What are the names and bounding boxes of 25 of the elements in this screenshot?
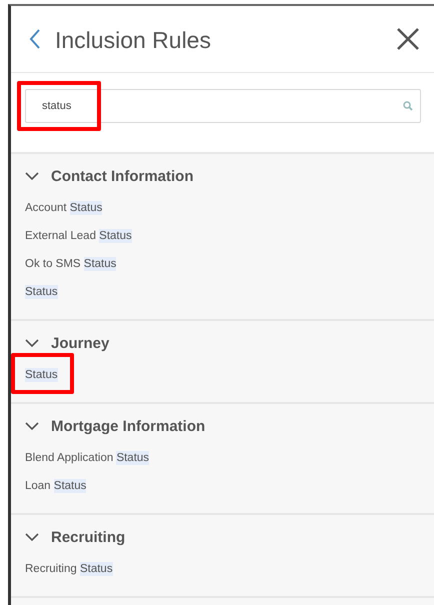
field-option[interactable]: Ok to SMS Status — [25, 256, 116, 272]
field-option[interactable]: Status — [25, 367, 58, 383]
back-icon[interactable] — [29, 28, 41, 50]
section-title: Mortgage Information — [51, 418, 206, 434]
chevron-down-icon — [25, 533, 39, 541]
chevron-down-icon — [25, 339, 39, 347]
section-header[interactable]: Recruiting — [25, 526, 434, 548]
chevron-down-icon — [25, 172, 39, 180]
field-option[interactable]: External Lead Status — [25, 228, 132, 244]
close-icon[interactable] — [396, 27, 420, 51]
field-option[interactable]: Status — [25, 284, 58, 300]
chevron-down-icon — [25, 422, 39, 430]
section-header[interactable]: Journey — [25, 332, 434, 354]
field-option[interactable]: Account Status — [25, 200, 102, 216]
section-title: Recruiting — [51, 528, 126, 546]
section-header[interactable]: Contact Information — [25, 165, 434, 187]
field-option[interactable]: Blend Application Status — [25, 450, 150, 466]
field-option[interactable]: Recruiting Status — [25, 561, 113, 577]
section-title: Journey — [51, 334, 110, 352]
search-field[interactable]: status — [25, 89, 421, 123]
section-title: Contact Information — [51, 168, 194, 184]
search-icon — [403, 101, 413, 111]
section-header[interactable]: Mortgage Information — [25, 415, 434, 437]
panel-title: Inclusion Rules — [55, 26, 212, 54]
field-option[interactable]: Loan Status — [25, 478, 86, 494]
